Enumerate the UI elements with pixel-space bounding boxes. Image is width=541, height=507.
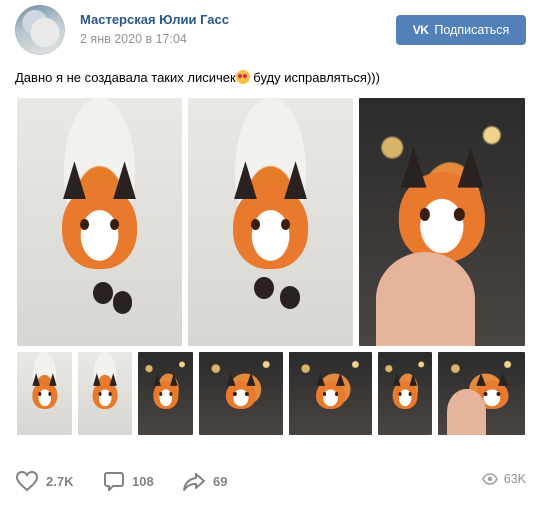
- photo-5[interactable]: [78, 352, 132, 435]
- fox-face: [225, 381, 257, 410]
- views-count: 63K: [503, 472, 526, 486]
- post-text: Давно я не создавала таких лисичек буду …: [15, 70, 380, 86]
- photo-4[interactable]: [17, 352, 72, 435]
- fox-face: [61, 184, 138, 270]
- fox-face: [31, 381, 58, 410]
- photo-3[interactable]: [359, 98, 525, 346]
- subscribe-label: Подписаться: [434, 23, 510, 37]
- photo-6[interactable]: [138, 352, 193, 435]
- fox-face: [392, 381, 418, 410]
- like-button[interactable]: 2.7K: [15, 470, 73, 492]
- fox-paw: [254, 276, 274, 299]
- comment-count: 108: [132, 473, 154, 489]
- photo-9[interactable]: [378, 352, 432, 435]
- avatar[interactable]: [15, 5, 65, 55]
- comment-icon: [104, 472, 124, 491]
- views-counter: 63K: [481, 472, 526, 486]
- post-actions: 2.7K 108 69 63K: [15, 470, 526, 494]
- fox-paw: [112, 291, 133, 314]
- hand: [375, 251, 476, 346]
- photo-1[interactable]: [17, 98, 182, 346]
- post-header: Мастерская Юлии Гасс 2 янв 2020 в 17:04 …: [15, 5, 526, 55]
- share-icon: [183, 473, 205, 491]
- fox-paw: [92, 281, 113, 304]
- heart-icon: [15, 470, 39, 492]
- photo-7[interactable]: [199, 352, 283, 435]
- fox-paw: [280, 286, 301, 309]
- photo-10[interactable]: [438, 352, 525, 435]
- post-text-part-2: буду исправляться))): [249, 70, 380, 85]
- fox-face: [152, 381, 179, 410]
- fox-face: [232, 184, 309, 270]
- fox-face: [398, 172, 486, 262]
- fox-face: [315, 381, 346, 410]
- photo-2[interactable]: [188, 98, 353, 346]
- eye-icon: [481, 473, 498, 485]
- heart-eyes-emoji-icon: [235, 70, 250, 84]
- like-count: 2.7K: [46, 473, 74, 489]
- share-button[interactable]: 69: [182, 470, 227, 492]
- subscribe-button[interactable]: VK Подписаться: [396, 15, 526, 45]
- share-count: 69: [213, 473, 228, 489]
- vk-logo-icon: VK: [412, 23, 429, 37]
- author-name[interactable]: Мастерская Юлии Гасс: [80, 12, 229, 27]
- post-date[interactable]: 2 янв 2020 в 17:04: [80, 32, 187, 46]
- fox-face: [92, 381, 118, 410]
- comment-button[interactable]: 108: [103, 470, 154, 492]
- photo-8[interactable]: [289, 352, 372, 435]
- post-text-part-1: Давно я не создавала таких лисичек: [15, 70, 236, 85]
- hand: [446, 389, 486, 435]
